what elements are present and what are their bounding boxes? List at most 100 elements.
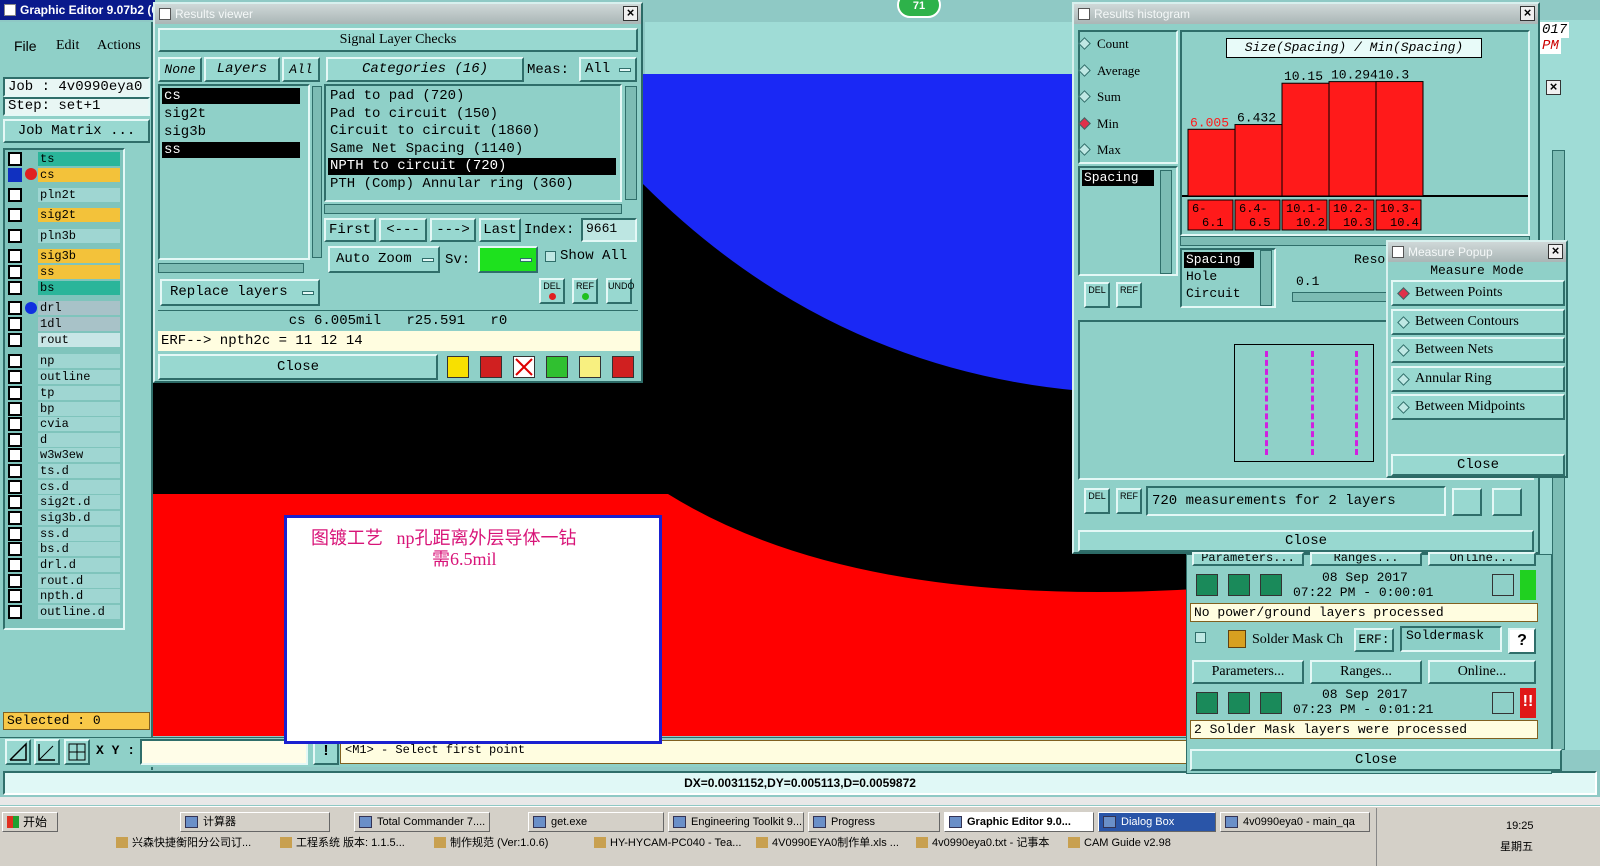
layer-checkbox[interactable]	[8, 249, 22, 263]
histogram-close-icon[interactable]: ×	[1520, 6, 1535, 21]
layer-checkbox[interactable]	[8, 589, 22, 603]
histogram-list-2-item[interactable]: Spacing	[1184, 252, 1254, 268]
category-item[interactable]: Same Net Spacing (1140)	[328, 141, 616, 158]
results-layer-item[interactable]: cs	[162, 88, 300, 104]
layer-checkbox[interactable]	[8, 417, 22, 431]
none-button[interactable]: None	[158, 57, 202, 82]
category-item[interactable]: NPTH to circuit (720)	[328, 158, 616, 176]
histogram-list-1-item[interactable]: Spacing	[1082, 170, 1154, 186]
results-layer-item[interactable]: sig2t	[162, 106, 300, 122]
resolution-slider[interactable]	[1292, 292, 1388, 302]
taskbar-item[interactable]: Dialog Box	[1098, 812, 1216, 832]
layer-checkbox[interactable]	[8, 370, 22, 384]
histogram-bar[interactable]	[1187, 128, 1236, 197]
menu-actions[interactable]: Actions	[97, 38, 141, 54]
layer-checkbox[interactable]	[8, 495, 22, 509]
measure-mode-option[interactable]: Between Contours	[1391, 308, 1565, 335]
taskbar-item[interactable]: 计算器	[180, 812, 330, 832]
taskbar-item[interactable]: Graphic Editor 9.0...	[944, 812, 1094, 832]
last-button[interactable]: Last	[479, 218, 521, 242]
replace-layers-select[interactable]: Replace layers	[160, 279, 320, 306]
stat-radio-max[interactable]: Max	[1078, 142, 1121, 158]
online-top-button[interactable]: Online...	[1428, 552, 1536, 566]
layer-item[interactable]: drl.d	[38, 558, 120, 572]
measure-mode-option[interactable]: Between Points	[1391, 280, 1565, 306]
taskbar-item[interactable]: 4V0990EYA0制作单.xls ...	[752, 834, 908, 852]
row2-erf-value[interactable]: Soldermask	[1400, 626, 1502, 652]
measure-popup-close-icon[interactable]: ×	[1548, 244, 1563, 259]
results-viewer-close-icon[interactable]: ×	[623, 6, 638, 21]
layer-item[interactable]: w3w3ew	[38, 448, 120, 462]
layer-checkbox[interactable]	[8, 433, 22, 447]
index-input[interactable]: 9661	[581, 218, 637, 242]
menu-edit[interactable]: Edit	[56, 38, 79, 54]
layer-hscroll[interactable]	[158, 263, 304, 273]
taskbar-item[interactable]: Progress	[808, 812, 940, 832]
taskbar-item[interactable]: get.exe	[528, 812, 664, 832]
histogram-bar[interactable]	[1234, 124, 1283, 197]
params-button[interactable]: Parameters...	[1192, 660, 1304, 684]
layer-checkbox[interactable]	[8, 386, 22, 400]
taskbar-item[interactable]: Total Commander 7....	[354, 812, 490, 832]
checklist-close-button[interactable]: Close	[1190, 749, 1562, 771]
layer-checkbox[interactable]	[8, 542, 22, 556]
stat-radio-min[interactable]: Min	[1078, 116, 1119, 132]
sv-color-select[interactable]	[478, 246, 538, 273]
layer-checkbox[interactable]	[8, 208, 22, 222]
layer-item[interactable]: ts.d	[38, 464, 120, 478]
taskbar-item[interactable]: 4v0990eya0 - main_qa	[1220, 812, 1370, 832]
export-icon[interactable]	[1452, 488, 1482, 516]
layer-item[interactable]: sig2t	[38, 208, 120, 222]
clear-icon[interactable]	[513, 356, 535, 378]
prev-button[interactable]: <---	[379, 218, 427, 242]
notes-icon[interactable]	[579, 356, 601, 378]
run-icon-2[interactable]	[1196, 692, 1218, 714]
tool-grid-icon[interactable]	[64, 739, 90, 765]
layer-checkbox[interactable]	[8, 448, 22, 462]
histogram-bar[interactable]	[1328, 81, 1377, 197]
layer-checkbox[interactable]	[8, 402, 22, 416]
histogram-bar[interactable]	[1375, 81, 1424, 197]
taskbar-item[interactable]: 制作规范 (Ver:1.0.6)	[430, 834, 586, 852]
layer-item[interactable]: sig3b.d	[38, 511, 120, 525]
histogram-list-2-item[interactable]: Hole	[1184, 269, 1254, 285]
compare-icon[interactable]	[546, 356, 568, 378]
highlight-tool-icon[interactable]	[447, 356, 469, 378]
layer-checkbox[interactable]	[8, 152, 22, 166]
histogram-list-1-scrollbar[interactable]	[1160, 170, 1172, 274]
layer-checkbox[interactable]	[8, 229, 22, 243]
layer-checkbox[interactable]	[8, 558, 22, 572]
category-item[interactable]: Circuit to circuit (1860)	[328, 123, 616, 140]
report-icon[interactable]	[480, 356, 502, 378]
all-button[interactable]: All	[282, 57, 320, 82]
tool-select-icon[interactable]	[5, 739, 31, 765]
results-layer-item[interactable]: sig3b	[162, 124, 300, 140]
layer-item[interactable]: outline	[38, 370, 120, 384]
category-hscroll[interactable]	[324, 204, 622, 214]
hist-ref-button-2[interactable]: REF	[1116, 488, 1142, 514]
stat-radio-count[interactable]: Count	[1078, 36, 1129, 52]
layer-item[interactable]: d	[38, 433, 120, 447]
run-next-icon-2[interactable]	[1228, 692, 1250, 714]
layer-checkbox[interactable]	[8, 301, 22, 315]
layer-checkbox[interactable]	[8, 574, 22, 588]
next-button[interactable]: --->	[430, 218, 476, 242]
layer-checkbox[interactable]	[8, 480, 22, 494]
ranges-top-button[interactable]: Ranges...	[1310, 552, 1422, 566]
auto-zoom-select[interactable]: Auto Zoom	[328, 246, 440, 273]
layer-item[interactable]: pln2t	[38, 188, 120, 202]
category-item[interactable]: PTH (Comp) Annular ring (360)	[328, 176, 616, 193]
layer-item[interactable]: drl	[38, 301, 120, 315]
hist-del-button[interactable]: DEL	[1084, 282, 1110, 308]
layer-checkbox[interactable]	[8, 333, 22, 347]
measure-mode-option[interactable]: Annular Ring	[1391, 365, 1565, 392]
histogram-list-2-scrollbar[interactable]	[1260, 250, 1272, 306]
layer-item[interactable]: np	[38, 354, 120, 368]
categories-button[interactable]: Categories (16)	[326, 57, 524, 82]
ref-button[interactable]: REF	[572, 278, 598, 304]
category-list-scrollbar[interactable]	[625, 86, 637, 200]
histogram-close-button[interactable]: Close	[1078, 530, 1534, 552]
zoom-icon-2[interactable]	[1492, 692, 1514, 714]
job-matrix-button[interactable]: Job Matrix ...	[3, 119, 150, 143]
del-button[interactable]: DEL	[539, 278, 565, 304]
